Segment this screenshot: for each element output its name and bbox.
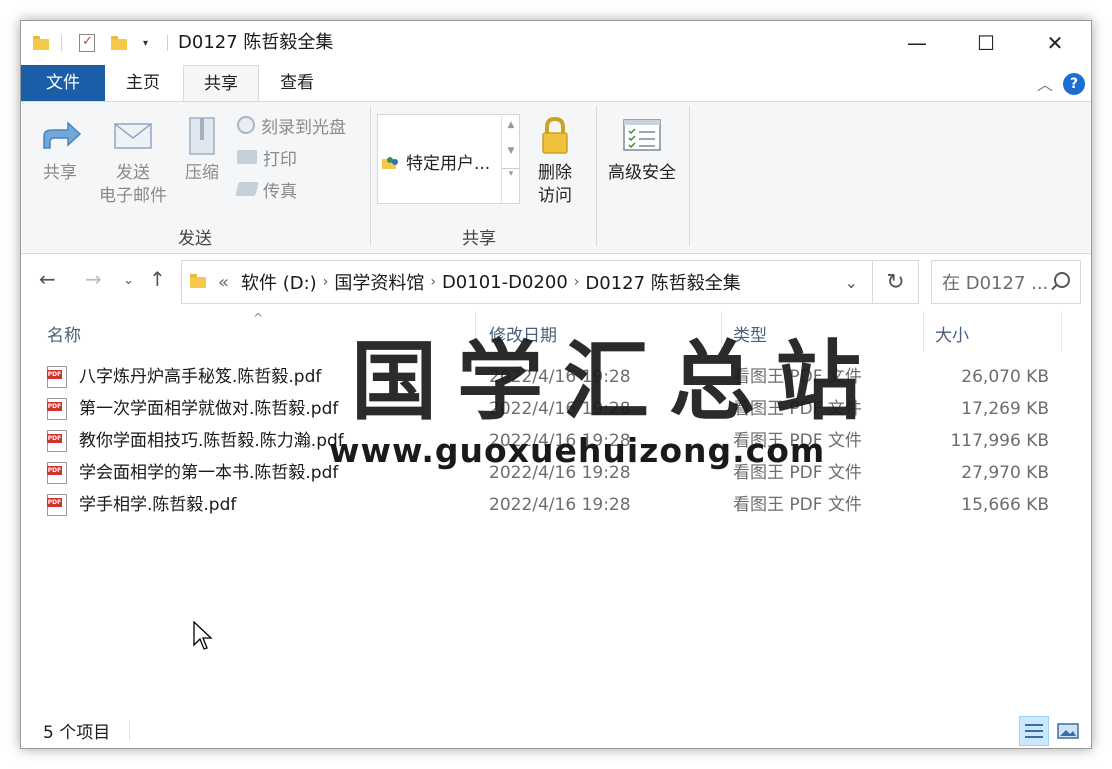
explorer-window: ▾ D0127 陈哲毅全集 — ☐ ✕ 文件 主页 共享 查看 ︿ ? 共享 发…: [20, 20, 1092, 749]
zip-button[interactable]: 压缩: [179, 114, 225, 185]
details-view-icon[interactable]: [1019, 716, 1049, 746]
pdf-file-icon: [47, 494, 67, 516]
email-button[interactable]: 发送 电子邮件: [93, 114, 173, 208]
advanced-security-button[interactable]: 高级安全: [601, 114, 683, 185]
recent-locations-icon[interactable]: ⌄: [123, 273, 134, 288]
address-dropdown-icon[interactable]: ⌄: [845, 273, 858, 292]
tab-view[interactable]: 查看: [259, 65, 335, 101]
breadcrumb-guoxue[interactable]: 国学资料馆: [334, 269, 424, 295]
tab-share[interactable]: 共享: [183, 65, 259, 102]
new-folder-icon[interactable]: [111, 31, 127, 55]
file-name: 学手相学.陈哲毅.pdf: [79, 495, 237, 515]
column-name[interactable]: 名称: [47, 321, 81, 346]
security-list-icon: [620, 114, 664, 158]
pdf-file-icon: [47, 462, 67, 484]
pdf-file-icon: [47, 398, 67, 420]
scroll-down-icon[interactable]: ▼: [502, 146, 520, 156]
quick-access-dropdown-icon[interactable]: ▾: [143, 31, 148, 55]
tab-home[interactable]: 主页: [105, 65, 181, 101]
group-label-share: 共享: [462, 229, 496, 249]
remove-access-button[interactable]: 删除 访问: [531, 114, 579, 208]
navigation-bar: ← → ⌄ ↑ « 软件 (D:) › 国学资料馆 › D0101-D0200 …: [21, 255, 1091, 307]
address-bar[interactable]: « 软件 (D:) › 国学资料馆 › D0101-D0200 › D0127 …: [181, 260, 873, 304]
share-with-gallery[interactable]: 特定用户...: [377, 114, 520, 204]
zip-folder-icon: [180, 114, 224, 158]
watermark-title: 国学汇总站: [351, 332, 881, 432]
file-size: 15,666 KB: [961, 495, 1049, 515]
file-name: 教你学面相技巧.陈哲毅.陈力瀚.pdf: [79, 431, 344, 451]
chevron-right-icon[interactable]: ›: [323, 274, 329, 290]
file-modified: 2022/4/16 19:28: [489, 495, 631, 515]
sort-ascending-icon: ^: [253, 311, 264, 325]
maximize-button[interactable]: ☐: [952, 21, 1020, 65]
window-title: D0127 陈哲毅全集: [178, 32, 334, 53]
watermark-url: www.guoxuehuizong.com: [329, 431, 826, 470]
refresh-icon[interactable]: ↻: [873, 260, 919, 304]
envelope-icon: [111, 114, 155, 158]
help-icon[interactable]: ?: [1063, 73, 1085, 95]
file-name: 学会面相学的第一本书.陈哲毅.pdf: [79, 463, 339, 483]
chevron-right-icon[interactable]: ›: [574, 274, 580, 290]
column-size[interactable]: 大小: [935, 321, 969, 346]
large-icons-view-icon[interactable]: [1053, 716, 1083, 746]
breadcrumb-drive[interactable]: 软件 (D:): [241, 269, 317, 295]
file-size: 117,996 KB: [950, 431, 1049, 451]
lock-icon: [533, 114, 577, 158]
ribbon-tabs: 文件 主页 共享 查看 ︿ ?: [21, 65, 1091, 102]
breadcrumb-current[interactable]: D0127 陈哲毅全集: [585, 269, 740, 295]
users-icon: [382, 153, 400, 171]
file-type: 看图王 PDF 文件: [733, 495, 862, 515]
tab-file[interactable]: 文件: [21, 65, 105, 101]
breadcrumb-range[interactable]: D0101-D0200: [442, 272, 568, 293]
status-bar: 5 个项目: [21, 712, 1091, 748]
file-name: 八字炼丹炉高手秘笈.陈哲毅.pdf: [79, 367, 322, 387]
collapse-ribbon-icon[interactable]: ︿: [1037, 71, 1053, 95]
up-icon[interactable]: ↑: [149, 267, 166, 291]
share-arrow-icon: [38, 114, 82, 158]
file-row[interactable]: 学手相学.陈哲毅.pdf 2022/4/16 19:28 看图王 PDF 文件 …: [47, 489, 1067, 521]
breadcrumb-overflow[interactable]: «: [218, 272, 229, 293]
item-count: 5 个项目: [43, 723, 111, 743]
forward-icon[interactable]: →: [85, 267, 102, 291]
group-label-send: 发送: [178, 229, 212, 249]
close-button[interactable]: ✕: [1021, 21, 1089, 65]
burn-disc-button[interactable]: 刻录到光盘: [237, 112, 346, 138]
file-name: 第一次学面相学就做对.陈哲毅.pdf: [79, 399, 339, 419]
file-size: 17,269 KB: [961, 399, 1049, 419]
folder-icon: [190, 272, 206, 293]
title-bar: ▾ D0127 陈哲毅全集 — ☐ ✕: [21, 21, 1091, 65]
pdf-file-icon: [47, 366, 67, 388]
gallery-expand-icon[interactable]: ▾: [502, 168, 520, 179]
minimize-button[interactable]: —: [883, 21, 951, 65]
search-input[interactable]: 在 D0127 ...: [942, 269, 1048, 295]
ribbon-share-panel: 共享 发送 电子邮件 压缩 刻录到光盘 打印 传真 发送 特定用户... ▲ ▼…: [21, 101, 1091, 254]
share-button[interactable]: 共享: [35, 114, 85, 185]
search-icon[interactable]: [1054, 272, 1070, 288]
fax-button[interactable]: 传真: [235, 176, 297, 202]
file-size: 26,070 KB: [961, 367, 1049, 387]
back-icon[interactable]: ←: [39, 267, 56, 291]
scroll-up-icon[interactable]: ▲: [502, 120, 520, 130]
search-box[interactable]: 在 D0127 ...: [931, 260, 1081, 304]
file-size: 27,970 KB: [961, 463, 1049, 483]
printer-icon: [237, 150, 257, 164]
gallery-scroll[interactable]: ▲ ▼ ▾: [501, 114, 520, 204]
chevron-right-icon[interactable]: ›: [430, 274, 436, 290]
print-button[interactable]: 打印: [237, 144, 297, 170]
folder-icon: [33, 31, 49, 55]
specific-users-item[interactable]: 特定用户...: [382, 149, 490, 174]
disc-icon: [237, 116, 255, 134]
fax-icon: [235, 182, 259, 196]
pdf-file-icon: [47, 430, 67, 452]
properties-icon[interactable]: [79, 31, 95, 55]
